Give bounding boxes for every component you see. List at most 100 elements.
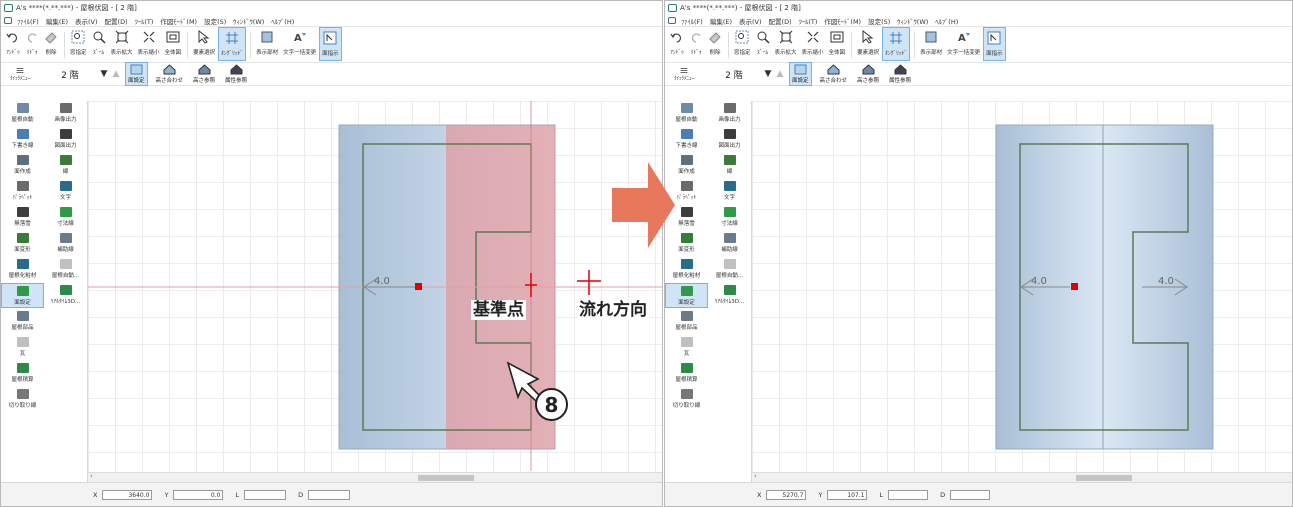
- zoom-in-button[interactable]: 表示拡大: [773, 27, 799, 61]
- tool-button-7-0[interactable]: 面設定: [665, 283, 708, 308]
- quick-menu-button[interactable]: ≡ ｸｲｯｸﾒﾆｭｰ: [668, 65, 700, 82]
- tool-button-2-0[interactable]: 面作成: [1, 153, 44, 178]
- tool-button-6-1[interactable]: 屋根自動...: [44, 257, 87, 282]
- floor-down-button[interactable]: ▼: [762, 69, 774, 79]
- tool-button-3-1[interactable]: 文字: [708, 179, 751, 204]
- tool-button-0-1[interactable]: 画像出力: [44, 101, 87, 126]
- fit-all-button[interactable]: 全体図: [827, 27, 848, 61]
- tool-button-4-1[interactable]: 寸法線: [708, 205, 751, 230]
- length-field[interactable]: [244, 489, 287, 500]
- tool-button-8-0[interactable]: 屋根部品: [665, 309, 708, 334]
- undo-button[interactable]: ｱﾝﾄﾞｩ: [4, 27, 22, 61]
- tool-button-7-1[interactable]: ﾘｱﾙﾀｲﾑ3D...: [44, 283, 87, 308]
- tool-button-5-1[interactable]: 補助線: [44, 231, 87, 256]
- tool-button-0-0[interactable]: 屋根自動: [665, 101, 708, 126]
- select-element-button[interactable]: 要素選択: [855, 27, 881, 61]
- floor-up-button[interactable]: ▲: [110, 69, 122, 79]
- direction-field[interactable]: [308, 489, 351, 500]
- floor-selector[interactable]: 2 階: [42, 66, 98, 83]
- floor-selector[interactable]: 2 階: [706, 66, 762, 83]
- menu-place[interactable]: 配置(D): [105, 16, 128, 26]
- horizontal-scrollbar[interactable]: ‹: [88, 472, 662, 482]
- zoom-button[interactable]: ｽﾞｰﾑ: [754, 27, 772, 61]
- fit-all-button[interactable]: 全体図: [163, 27, 184, 61]
- scroll-thumb[interactable]: [418, 475, 474, 481]
- y-coordinate-field[interactable]: 107.1: [827, 489, 868, 500]
- menu-tool[interactable]: ﾂｰﾙ(T): [135, 16, 154, 26]
- delete-button[interactable]: 削除: [706, 27, 724, 61]
- height-align-button[interactable]: 高さ合わせ: [818, 63, 850, 85]
- tool-button-5-0[interactable]: 面変形: [1, 231, 44, 256]
- direction-field[interactable]: [950, 489, 991, 500]
- x-coordinate-field[interactable]: 3640.0: [102, 489, 153, 500]
- text-replace-button[interactable]: A 文字一括変更: [945, 27, 982, 61]
- horizontal-scrollbar[interactable]: ‹: [752, 472, 1292, 482]
- tool-button-2-1[interactable]: 線: [708, 153, 751, 178]
- tool-button-7-0[interactable]: 面設定: [1, 283, 44, 308]
- scroll-left-icon[interactable]: ‹: [90, 472, 93, 480]
- tool-button-9-0[interactable]: 瓦: [1, 335, 44, 360]
- menu-mode[interactable]: 作図ﾓｰﾄﾞ(M): [824, 16, 861, 26]
- face-setting-button[interactable]: 面設定: [789, 62, 812, 86]
- zoom-out-button[interactable]: 表示縮小: [800, 27, 826, 61]
- show-parts-button[interactable]: 表示部材: [254, 27, 280, 61]
- scroll-thumb[interactable]: [1076, 475, 1132, 481]
- delete-button[interactable]: 削除: [42, 27, 60, 61]
- x-coordinate-field[interactable]: 5270.7: [766, 489, 807, 500]
- tool-button-8-0[interactable]: 屋根部品: [1, 309, 44, 334]
- tool-button-1-0[interactable]: 下書き線: [665, 127, 708, 152]
- plane-display-toggle[interactable]: 面指示: [983, 27, 1006, 61]
- tool-button-6-0[interactable]: 屋根化粧材: [1, 257, 44, 282]
- zoom-in-button[interactable]: 表示拡大: [109, 27, 135, 61]
- plane-display-toggle[interactable]: 面指示: [319, 27, 342, 61]
- on-grid-toggle[interactable]: ｵﾝｸﾞﾘｯﾄﾞ: [882, 27, 911, 61]
- attr-ref-button[interactable]: 属性参照: [887, 63, 913, 85]
- tool-button-2-1[interactable]: 線: [44, 153, 87, 178]
- menu-mode[interactable]: 作図ﾓｰﾄﾞ(M): [160, 16, 197, 26]
- drawing-canvas[interactable]: 4.0 基準点 流れ方向 8 ‹: [88, 101, 662, 482]
- tool-button-4-1[interactable]: 寸法線: [44, 205, 87, 230]
- tool-button-7-1[interactable]: ﾘｱﾙﾀｲﾑ3D...: [708, 283, 751, 308]
- tool-button-0-1[interactable]: 画像出力: [708, 101, 751, 126]
- tool-button-9-0[interactable]: 瓦: [665, 335, 708, 360]
- face-setting-button[interactable]: 面設定: [125, 62, 148, 86]
- menu-edit[interactable]: 編集(E): [710, 16, 732, 26]
- tool-button-1-1[interactable]: 図面出力: [44, 127, 87, 152]
- tool-button-11-0[interactable]: 切り取り線: [665, 387, 708, 412]
- tool-button-3-1[interactable]: 文字: [44, 179, 87, 204]
- tool-button-0-0[interactable]: 屋根自動: [1, 101, 44, 126]
- show-parts-button[interactable]: 表示部材: [918, 27, 944, 61]
- tool-button-10-0[interactable]: 屋根積算: [1, 361, 44, 386]
- drawing-canvas[interactable]: 4.0 4.0 ‹: [752, 101, 1292, 482]
- tool-button-10-0[interactable]: 屋根積算: [665, 361, 708, 386]
- tool-button-5-1[interactable]: 補助線: [708, 231, 751, 256]
- undo-button[interactable]: ｱﾝﾄﾞｩ: [668, 27, 686, 61]
- scroll-left-icon[interactable]: ‹: [754, 472, 757, 480]
- floor-up-button[interactable]: ▲: [774, 69, 786, 79]
- menu-help[interactable]: ﾍﾙﾌﾟ(H): [271, 16, 294, 26]
- window-zoom-button[interactable]: 窓指定: [68, 27, 89, 61]
- menu-file[interactable]: ﾌｧｲﾙ(F): [681, 16, 703, 26]
- tool-button-3-0[interactable]: ﾊﾟﾗﾍﾟｯﾄ: [1, 179, 44, 204]
- height-ref-button[interactable]: 高さ参照: [191, 63, 217, 85]
- height-ref-button[interactable]: 高さ参照: [855, 63, 881, 85]
- text-replace-button[interactable]: A 文字一括変更: [281, 27, 318, 61]
- window-zoom-button[interactable]: 窓指定: [732, 27, 753, 61]
- height-align-button[interactable]: 高さ合わせ: [154, 63, 186, 85]
- menu-help[interactable]: ﾍﾙﾌﾟ(H): [935, 16, 958, 26]
- zoom-button[interactable]: ｽﾞｰﾑ: [90, 27, 108, 61]
- menu-view[interactable]: 表示(V): [739, 16, 762, 26]
- menu-settings[interactable]: 設定(S): [204, 16, 226, 26]
- menu-view[interactable]: 表示(V): [75, 16, 98, 26]
- zoom-out-button[interactable]: 表示縮小: [136, 27, 162, 61]
- tool-button-4-0[interactable]: 無落雪: [1, 205, 44, 230]
- menu-tool[interactable]: ﾂｰﾙ(T): [799, 16, 818, 26]
- redo-button[interactable]: ﾘﾄﾞｩ: [687, 27, 705, 61]
- select-element-button[interactable]: 要素選択: [191, 27, 217, 61]
- y-coordinate-field[interactable]: 0.0: [173, 489, 224, 500]
- redo-button[interactable]: ﾘﾄﾞｩ: [23, 27, 41, 61]
- menu-window[interactable]: ｳｨﾝﾄﾞｳ(W): [233, 16, 264, 26]
- menu-edit[interactable]: 編集(E): [46, 16, 68, 26]
- tool-button-1-0[interactable]: 下書き線: [1, 127, 44, 152]
- tool-button-11-0[interactable]: 切り取り線: [1, 387, 44, 412]
